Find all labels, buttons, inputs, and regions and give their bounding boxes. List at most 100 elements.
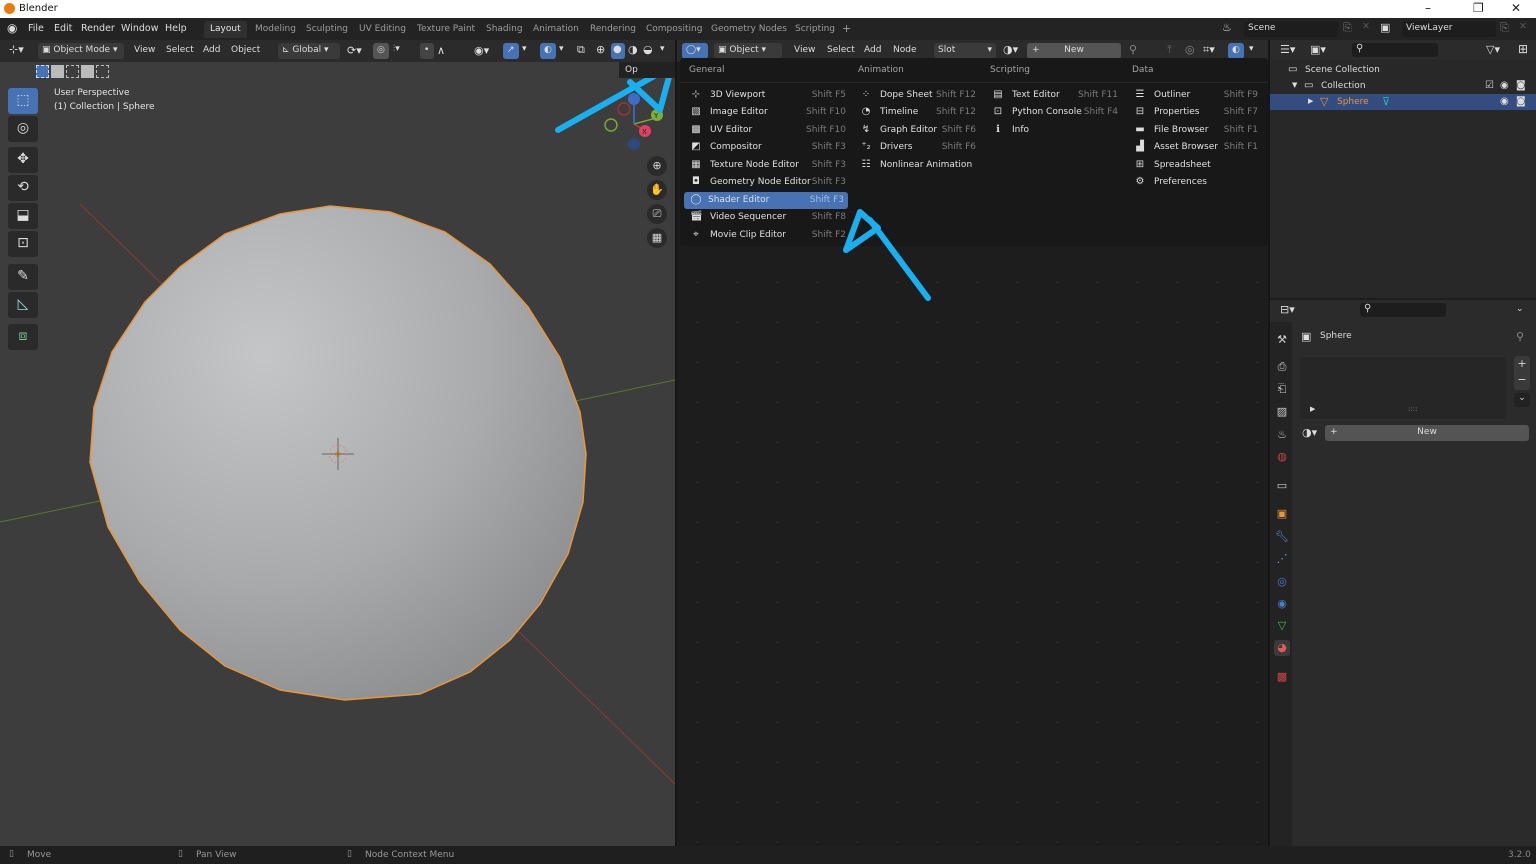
particles-tab-icon[interactable]: ⋰	[1274, 551, 1290, 567]
outliner-row-selected[interactable]: ▶ ▽ Sphere ⊽ ◉ ◙	[1270, 94, 1536, 110]
menu-item-image-editor[interactable]: ▧ Image Editor Shift F10	[686, 104, 850, 121]
tab-scripting[interactable]: Scripting	[789, 21, 841, 38]
eye-icon[interactable]: ◉	[1500, 80, 1509, 91]
gizmo-dropdown-icon[interactable]: ▾	[522, 44, 527, 54]
tab-geometry-nodes[interactable]: Geometry Nodes	[705, 21, 793, 38]
zoom-view-icon[interactable]: ⊕	[647, 156, 667, 176]
editor-type-button[interactable]: ◯▾	[682, 43, 708, 59]
tool-transform[interactable]: ⊡	[8, 231, 38, 257]
mode-dropdown[interactable]: ▣ Object Mode ▾	[38, 43, 124, 59]
view-layer-field[interactable]: ViewLayer	[1402, 21, 1496, 37]
node-menu-view[interactable]: View	[794, 45, 815, 55]
proportional-icon[interactable]: •	[420, 43, 434, 59]
menu-item-timeline[interactable]: ◔ Timeline Shift F12	[856, 104, 980, 121]
tool-scale[interactable]: ⬓	[8, 203, 38, 229]
viewport-menu-object[interactable]: Object	[231, 45, 260, 55]
scene-tab-icon[interactable]: ♨	[1274, 427, 1290, 443]
menu-help[interactable]: Help	[165, 23, 187, 34]
menu-item-nonlinear-animation[interactable]: ☷ Nonlinear Animation	[856, 157, 980, 174]
minimize-button[interactable]: –	[1425, 1, 1431, 15]
menu-item-spreadsheet[interactable]: ⊞ Spreadsheet	[1130, 157, 1262, 174]
menu-item-properties[interactable]: ⊟ Properties Shift F7	[1130, 104, 1262, 121]
properties-editor-type-icon[interactable]: ⊟▾	[1280, 303, 1295, 316]
tab-sculpting[interactable]: Sculpting	[300, 21, 354, 38]
new-view-layer-icon[interactable]: ⎘	[1500, 21, 1509, 35]
menu-window[interactable]: Window	[121, 23, 158, 34]
tool-move[interactable]: ✥	[8, 147, 38, 173]
camera-icon[interactable]: ◙	[1516, 80, 1526, 91]
snap-node-icon[interactable]: ◎	[1185, 43, 1195, 56]
menu-file[interactable]: File	[28, 23, 44, 34]
3d-viewport[interactable]: X Y User Perspective (1) Collection | Sp…	[0, 62, 675, 846]
orientation-dropdown[interactable]: ⊾ Global ▾	[278, 43, 340, 59]
resize-handle-icon[interactable]: ::::	[1408, 405, 1417, 413]
render-tab-icon[interactable]: ⎙	[1274, 359, 1290, 375]
new-scene-icon[interactable]: ⎘	[1343, 21, 1352, 35]
material-browse-icon[interactable]: ◑▾	[1003, 43, 1018, 56]
material-tab-icon[interactable]: ◕	[1274, 640, 1290, 656]
rendered-shading-icon[interactable]: ◒	[643, 43, 653, 56]
tool-tab-icon[interactable]: ⚒	[1274, 332, 1290, 348]
menu-render[interactable]: Render	[81, 23, 115, 34]
menu-edit[interactable]: Edit	[54, 23, 72, 34]
tab-texture-paint[interactable]: Texture Paint	[411, 21, 481, 38]
menu-item-dope-sheet[interactable]: ⁘ Dope Sheet Shift F12	[856, 87, 980, 104]
chevron-down-icon[interactable]: ⌄	[1516, 304, 1524, 314]
viewport-menu-select[interactable]: Select	[166, 45, 194, 55]
pin-icon[interactable]: ⚲	[1516, 330, 1524, 343]
tool-add-cube[interactable]: ⧈	[8, 324, 38, 350]
snap-toggle-icon[interactable]: ◎	[373, 43, 389, 59]
node-menu-node[interactable]: Node	[893, 45, 917, 55]
viewport-menu-view[interactable]: View	[134, 45, 155, 55]
tab-layout[interactable]: Layout	[204, 21, 247, 38]
menu-item-file-browser[interactable]: ▬ File Browser Shift F1	[1130, 122, 1262, 139]
tab-shading[interactable]: Shading	[480, 21, 529, 38]
slot-dropdown[interactable]: Slot ▾	[934, 43, 996, 59]
menu-item-compositor[interactable]: ◩ Compositor Shift F3	[686, 139, 850, 156]
shader-type-dropdown[interactable]: ▣ Object ▾	[714, 43, 782, 59]
new-material-button[interactable]: + New	[1027, 43, 1121, 59]
camera-view-icon[interactable]: ⎚	[647, 204, 667, 224]
viewport-menu-add[interactable]: Add	[203, 45, 220, 55]
node-overlay-icon[interactable]: ◐	[1228, 43, 1244, 59]
visibility-icon[interactable]: ◉▾	[474, 44, 489, 57]
pivot-icon[interactable]: ⟳▾	[347, 44, 362, 57]
shading-dropdown-icon[interactable]: ▾	[660, 44, 665, 54]
menu-item-outliner[interactable]: ☰ Outliner Shift F9	[1130, 87, 1262, 104]
expand-arrow-icon[interactable]: ▼	[1292, 81, 1297, 89]
parent-node-tree-icon[interactable]: ⤒	[1167, 43, 1172, 57]
tab-modeling[interactable]: Modeling	[249, 21, 302, 38]
falloff-icon[interactable]: ∧	[437, 44, 445, 57]
menu-item-preferences[interactable]: ⚙ Preferences	[1130, 174, 1262, 191]
mesh-data-icon[interactable]: ⊽	[1382, 95, 1390, 108]
material-shading-icon[interactable]: ◑	[628, 43, 638, 56]
restore-button[interactable]: ❐	[1473, 1, 1484, 15]
tab-rendering[interactable]: Rendering	[584, 21, 642, 38]
node-menu-add[interactable]: Add	[864, 45, 881, 55]
new-collection-icon[interactable]: ⊞	[1518, 42, 1528, 56]
eye-icon[interactable]: ◉	[1500, 96, 1509, 107]
tool-cursor[interactable]: ◎	[8, 116, 38, 142]
menu-item-text-editor[interactable]: ▤ Text Editor Shift F11	[988, 87, 1122, 104]
menu-item-uv-editor[interactable]: ▩ UV Editor Shift F10	[686, 122, 850, 139]
exclude-checkbox[interactable]: ☑	[1485, 80, 1494, 91]
material-slot-list[interactable]: ▶ ::::	[1300, 357, 1506, 419]
delete-view-layer-icon[interactable]: ✕	[1519, 21, 1527, 32]
tab-animation[interactable]: Animation	[527, 21, 585, 38]
filter-icon[interactable]: ▽▾	[1486, 43, 1500, 56]
add-workspace-button[interactable]: +	[836, 19, 857, 36]
tool-measure[interactable]: ◺	[8, 292, 38, 318]
menu-item-graph-editor[interactable]: ↯ Graph Editor Shift F6	[856, 122, 980, 139]
options-button[interactable]: Op	[619, 62, 675, 78]
wireframe-shading-icon[interactable]: ⊕	[596, 43, 605, 56]
tab-compositing[interactable]: Compositing	[640, 21, 708, 38]
menu-item-python-console[interactable]: ⊡ Python Console Shift F4	[988, 104, 1122, 121]
tab-uv-editing[interactable]: UV Editing	[353, 21, 412, 38]
add-slot-button[interactable]: + −	[1514, 356, 1530, 390]
editor-type-icon[interactable]: ⊹▾	[9, 43, 24, 56]
tool-rotate[interactable]: ⟲	[8, 175, 38, 201]
outliner-search-input[interactable]: ⚲	[1352, 43, 1438, 57]
camera-icon[interactable]: ◙	[1516, 96, 1526, 107]
scene-field[interactable]: Scene	[1244, 21, 1338, 37]
data-tab-icon[interactable]: ▽	[1274, 618, 1290, 634]
